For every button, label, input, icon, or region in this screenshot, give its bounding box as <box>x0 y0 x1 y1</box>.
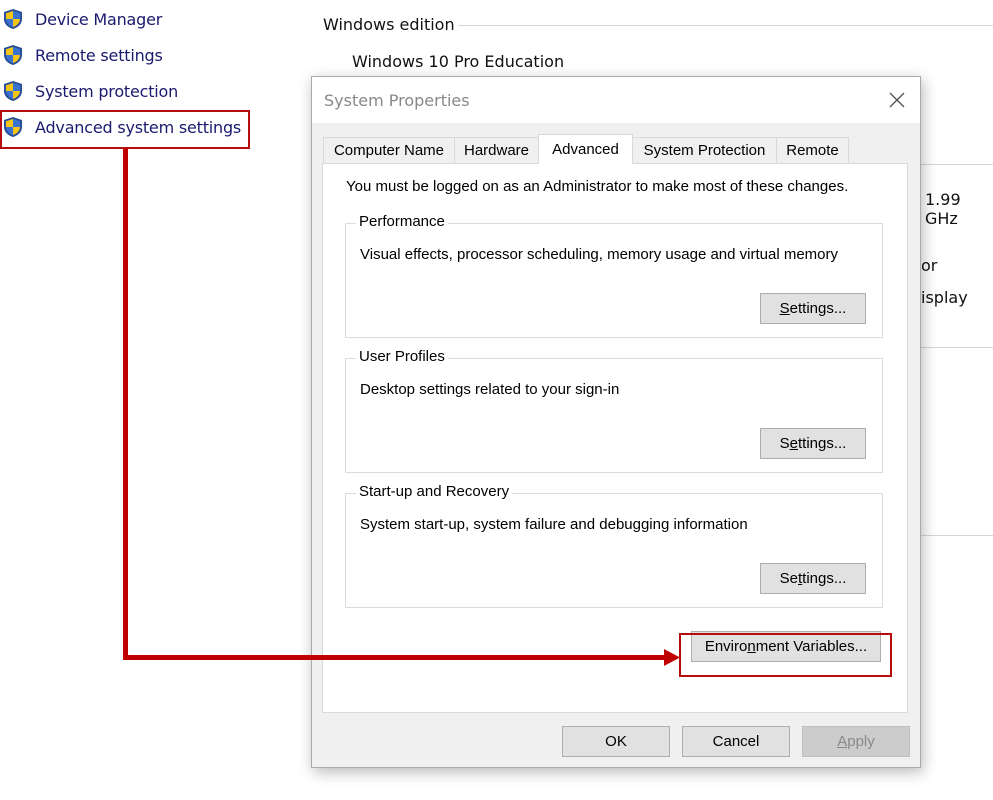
tab-hardware[interactable]: Hardware <box>454 137 539 163</box>
startup-recovery-settings-button[interactable]: Se t tings... <box>760 563 866 594</box>
advanced-tab-panel: You must be logged on as an Administrato… <box>322 163 908 713</box>
sidebar-item-label: Remote settings <box>35 45 163 65</box>
section-divider <box>921 347 993 348</box>
annotation-highlight-advanced-settings <box>0 110 250 149</box>
apply-button[interactable]: Apply <box>802 726 910 757</box>
windows-edition-heading: Windows edition <box>323 15 455 34</box>
group-description: Desktop settings related to your sign-in <box>360 381 620 398</box>
windows-edition-value: Windows 10 Pro Education <box>352 52 565 71</box>
sidebar-item-device-manager[interactable]: Device Manager <box>0 6 162 32</box>
sidebar-item-label: Device Manager <box>35 9 163 29</box>
section-divider <box>921 535 993 536</box>
group-title: Start-up and Recovery <box>356 483 513 500</box>
annotation-arrowhead-icon <box>664 649 680 666</box>
tab-system-protection[interactable]: System Protection <box>632 137 777 163</box>
dialog-titlebar[interactable]: System Properties <box>312 77 920 123</box>
uac-shield-icon <box>4 81 22 101</box>
startup-recovery-group: Start-up and Recovery System start-up, s… <box>345 483 883 608</box>
dialog-title: System Properties <box>324 91 470 110</box>
group-title: User Profiles <box>356 348 448 365</box>
tab-computer-name[interactable]: Computer Name <box>323 137 455 163</box>
group-description: Visual effects, processor scheduling, me… <box>360 246 839 263</box>
sidebar-item-remote-settings[interactable]: Remote settings <box>0 42 163 68</box>
user-profiles-group: User Profiles Desktop settings related t… <box>345 348 883 473</box>
performance-settings-button[interactable]: Settings... <box>760 293 866 324</box>
group-description: System start-up, system failure and debu… <box>360 516 748 533</box>
section-divider <box>921 164 993 165</box>
admin-note: You must be logged on as an Administrato… <box>346 178 849 195</box>
annotation-arrow-horizontal <box>123 655 671 660</box>
annotation-highlight-env-vars <box>679 633 892 677</box>
cancel-button[interactable]: Cancel <box>682 726 790 757</box>
tab-advanced[interactable]: Advanced <box>538 134 633 164</box>
close-icon[interactable] <box>882 85 912 115</box>
sidebar-item-label: System protection <box>35 81 179 101</box>
text-fragment-or: or <box>921 256 938 275</box>
sidebar-item-system-protection[interactable]: System protection <box>0 78 178 104</box>
group-title: Performance <box>356 213 448 230</box>
text-fragment-display: isplay <box>921 288 968 307</box>
user-profiles-settings-button[interactable]: Se ttings... <box>760 428 866 459</box>
tab-remote[interactable]: Remote <box>776 137 849 163</box>
annotation-arrow-vertical <box>123 148 128 660</box>
performance-group: Performance Visual effects, processor sc… <box>345 213 883 338</box>
uac-shield-icon <box>4 9 22 29</box>
processor-speed-fragment: 1.99 GHz <box>925 190 961 228</box>
uac-shield-icon <box>4 45 22 65</box>
section-divider <box>458 25 993 26</box>
ok-button[interactable]: OK <box>562 726 670 757</box>
